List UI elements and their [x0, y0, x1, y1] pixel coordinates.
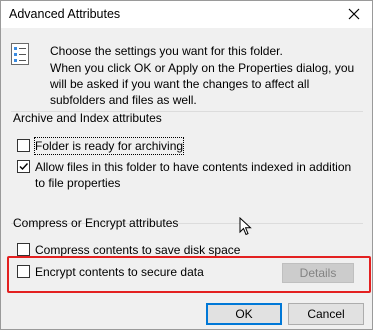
- checkmark-icon: [19, 163, 29, 171]
- close-button[interactable]: [340, 1, 368, 27]
- archive-checkbox-label[interactable]: Folder is ready for archiving: [33, 137, 185, 155]
- window-title: Advanced Attributes: [9, 7, 121, 21]
- index-checkbox[interactable]: [17, 160, 30, 173]
- mouse-pointer-icon: [239, 217, 252, 236]
- archive-checkbox-row[interactable]: Folder is ready for archiving: [17, 137, 185, 155]
- compress-checkbox[interactable]: [17, 243, 30, 256]
- title-bar: Advanced Attributes: [1, 1, 372, 28]
- compress-group-title: Compress or Encrypt attributes: [13, 216, 179, 230]
- encrypt-checkbox-row[interactable]: Encrypt contents to secure data: [17, 264, 204, 280]
- advanced-attributes-dialog: Advanced Attributes Choose the settings …: [0, 0, 373, 330]
- ok-button[interactable]: OK: [206, 303, 282, 325]
- archive-group-title: Archive and Index attributes: [13, 111, 162, 125]
- index-checkbox-label[interactable]: Allow files in this folder to have conte…: [35, 159, 357, 191]
- folder-properties-icon: [11, 43, 29, 65]
- index-checkbox-row[interactable]: Allow files in this folder to have conte…: [17, 159, 357, 191]
- close-icon: [348, 8, 360, 20]
- cancel-button[interactable]: Cancel: [288, 303, 364, 325]
- compress-checkbox-row[interactable]: Compress contents to save disk space: [17, 242, 240, 258]
- archive-checkbox[interactable]: [17, 139, 30, 152]
- compress-checkbox-label[interactable]: Compress contents to save disk space: [35, 242, 240, 258]
- encrypt-checkbox[interactable]: [17, 265, 30, 278]
- encrypt-checkbox-label[interactable]: Encrypt contents to secure data: [35, 264, 204, 280]
- intro-text: Choose the settings you want for this fo…: [50, 44, 283, 58]
- details-button[interactable]: Details: [282, 263, 354, 283]
- intro-detail-text: When you click OK or Apply on the Proper…: [50, 61, 355, 107]
